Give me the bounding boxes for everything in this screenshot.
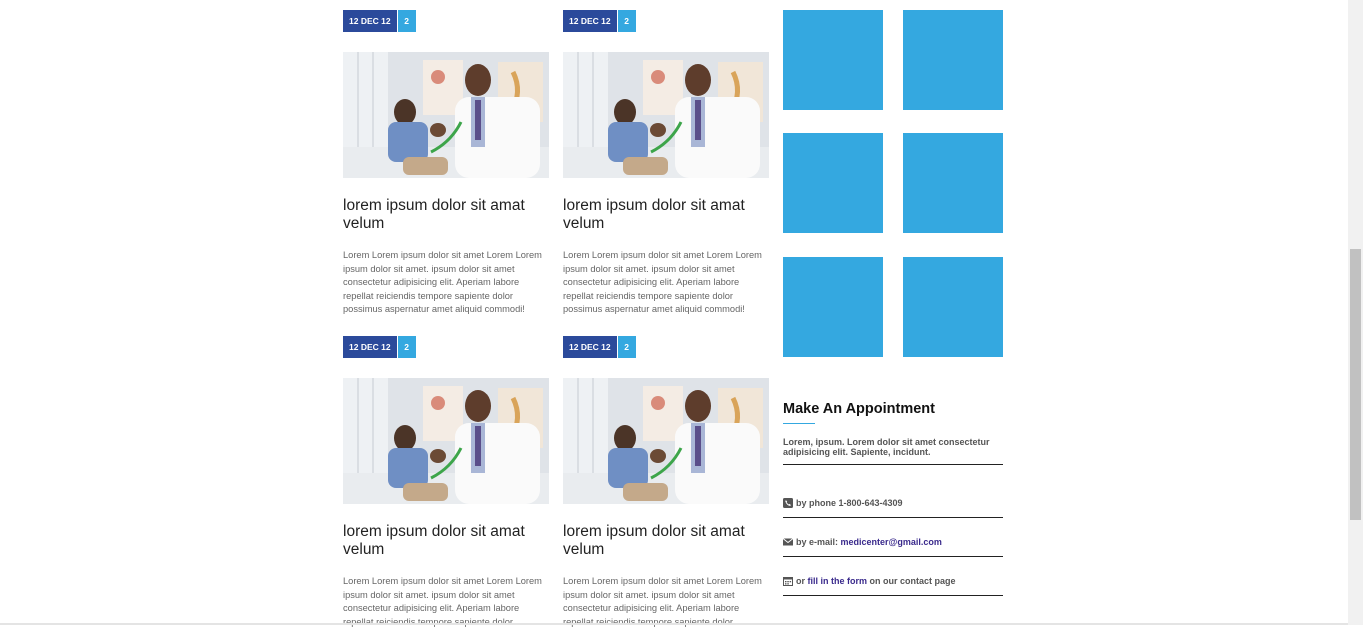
- doctor-child-photo: [343, 378, 549, 504]
- date-badge: 12 DEC 12: [563, 336, 617, 358]
- post-thumbnail[interactable]: [343, 378, 549, 504]
- calendar-icon: [783, 577, 793, 586]
- post-thumbnail[interactable]: [563, 52, 769, 178]
- contact-form-link[interactable]: fill in the form: [808, 576, 868, 586]
- blog-post-card: 12 DEC 12 2 lorem ipsum dolor sit amat v…: [343, 10, 549, 320]
- post-excerpt: Lorem Lorem ipsum dolor sit amet Lorem L…: [563, 576, 762, 627]
- post-title[interactable]: lorem ipsum dolor sit amat velum: [343, 523, 549, 559]
- email-prefix: by e-mail:: [796, 537, 839, 547]
- gallery-tile[interactable]: [783, 133, 883, 233]
- blog-post-card: 12 DEC 12 2 lorem ipsum dolor sit amat v…: [563, 336, 769, 627]
- post-title[interactable]: lorem ipsum dolor sit amat velum: [563, 197, 769, 233]
- envelope-icon: [783, 538, 793, 546]
- comment-count-badge[interactable]: 2: [617, 336, 636, 358]
- doctor-child-photo: [563, 378, 769, 504]
- doctor-child-photo: [343, 52, 549, 178]
- blog-post-card: 12 DEC 12 2 lorem ipsum dolor sit amat v…: [563, 10, 769, 320]
- post-excerpt: Lorem Lorem ipsum dolor sit amet Lorem L…: [563, 250, 762, 314]
- comment-count-badge[interactable]: 2: [397, 10, 416, 32]
- date-badge: 12 DEC 12: [563, 10, 617, 32]
- post-meta: 12 DEC 12 2: [343, 10, 416, 32]
- scrollbar-thumb[interactable]: [1350, 249, 1361, 520]
- post-meta: 12 DEC 12 2: [563, 10, 636, 32]
- title-underline: [783, 423, 815, 424]
- post-meta: 12 DEC 12 2: [563, 336, 636, 358]
- doctor-child-photo: [563, 52, 769, 178]
- gallery-tile[interactable]: [903, 257, 1003, 357]
- post-title[interactable]: lorem ipsum dolor sit amat velum: [343, 197, 549, 233]
- post-title[interactable]: lorem ipsum dolor sit amat velum: [563, 523, 769, 559]
- post-thumbnail[interactable]: [563, 378, 769, 504]
- email-link[interactable]: medicenter@gmail.com: [841, 537, 942, 547]
- phone-icon: [783, 498, 793, 508]
- post-excerpt: Lorem Lorem ipsum dolor sit amet Lorem L…: [343, 576, 542, 627]
- form-row: or fill in the form on our contact page: [783, 557, 1003, 596]
- vertical-scrollbar[interactable]: [1348, 0, 1363, 625]
- gallery-tile[interactable]: [783, 10, 883, 110]
- appointment-title: Make An Appointment: [783, 401, 935, 417]
- post-meta: 12 DEC 12 2: [343, 336, 416, 358]
- date-badge: 12 DEC 12: [343, 336, 397, 358]
- appointment-widget: Make An Appointment Lorem, ipsum. Lorem …: [783, 400, 1003, 596]
- phone-label: by phone 1-800-643-4309: [796, 498, 903, 508]
- post-thumbnail[interactable]: [343, 52, 549, 178]
- comment-count-badge[interactable]: 2: [617, 10, 636, 32]
- post-excerpt: Lorem Lorem ipsum dolor sit amet Lorem L…: [343, 250, 542, 314]
- gallery-tile[interactable]: [903, 10, 1003, 110]
- comment-count-badge[interactable]: 2: [397, 336, 416, 358]
- date-badge: 12 DEC 12: [343, 10, 397, 32]
- gallery-tile[interactable]: [783, 257, 883, 357]
- email-row: by e-mail: medicenter@gmail.com: [783, 518, 1003, 557]
- blog-post-card: 12 DEC 12 2 lorem ipsum dolor sit amat v…: [343, 336, 549, 627]
- gallery-tile[interactable]: [903, 133, 1003, 233]
- appointment-text: Lorem, ipsum. Lorem dolor sit amet conse…: [783, 437, 1003, 465]
- form-suffix: on our contact page: [869, 576, 956, 586]
- form-prefix: or: [796, 576, 805, 586]
- phone-row: by phone 1-800-643-4309: [783, 479, 1003, 518]
